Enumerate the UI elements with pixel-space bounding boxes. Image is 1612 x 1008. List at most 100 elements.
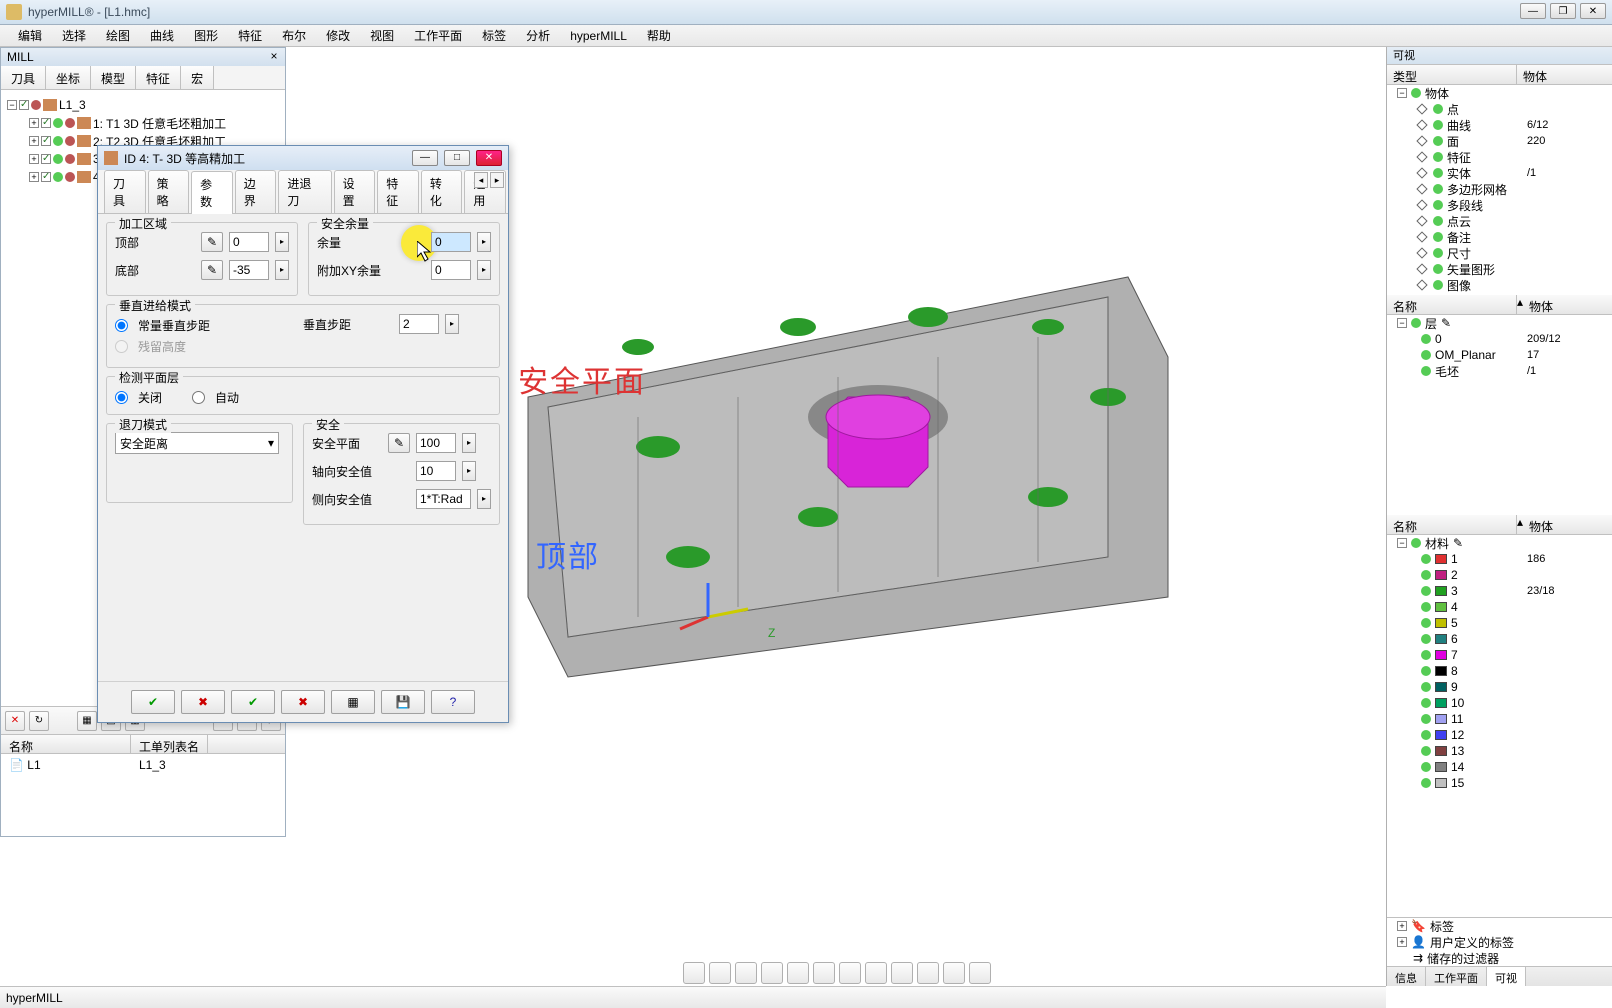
- type-row[interactable]: 点云: [1387, 213, 1612, 229]
- top-spin[interactable]: ▸: [275, 232, 289, 252]
- retract-select[interactable]: 安全距离▾: [115, 432, 279, 454]
- bottom-spin[interactable]: ▸: [275, 260, 289, 280]
- material-row[interactable]: 6: [1387, 631, 1612, 647]
- view-tool-2[interactable]: [709, 962, 731, 984]
- type-row[interactable]: 曲线6/12: [1387, 117, 1612, 133]
- type-row[interactable]: 尺寸: [1387, 245, 1612, 261]
- view-tool-10[interactable]: [917, 962, 939, 984]
- tab-宏[interactable]: 宏: [181, 66, 214, 89]
- view-tool-7[interactable]: [839, 962, 861, 984]
- view-tool-9[interactable]: [891, 962, 913, 984]
- dlg-tab-设置[interactable]: 设置: [334, 170, 376, 213]
- bottom-tab-可视[interactable]: 可视: [1487, 967, 1526, 986]
- bottom-tab-工作平面[interactable]: 工作平面: [1426, 967, 1487, 986]
- pick-top-icon[interactable]: ✎: [201, 232, 223, 252]
- restore-button[interactable]: ❐: [1550, 3, 1576, 19]
- safe-lat-input[interactable]: [416, 489, 471, 509]
- tree-root[interactable]: − L1_3: [3, 96, 283, 114]
- type-row[interactable]: 实体/1: [1387, 165, 1612, 181]
- tree-item[interactable]: +1: T1 3D 任意毛坯粗加工: [3, 114, 283, 132]
- tab-特征[interactable]: 特征: [136, 66, 181, 89]
- browser-close-icon[interactable]: ×: [266, 49, 282, 65]
- tags-label[interactable]: 标签: [1430, 918, 1454, 935]
- type-row[interactable]: 特征: [1387, 149, 1612, 165]
- menu-hyperMILL[interactable]: hyperMILL: [560, 26, 637, 46]
- allowance2-spin[interactable]: ▸: [477, 260, 491, 280]
- view-tool-1[interactable]: [683, 962, 705, 984]
- pick-safe-icon[interactable]: ✎: [388, 433, 410, 453]
- safe-lat-spin[interactable]: ▸: [477, 489, 491, 509]
- menu-视图[interactable]: 视图: [360, 24, 404, 47]
- menu-图形[interactable]: 图形: [184, 24, 228, 47]
- material-row[interactable]: 7: [1387, 647, 1612, 663]
- menu-曲线[interactable]: 曲线: [140, 24, 184, 47]
- view-tool-4[interactable]: [761, 962, 783, 984]
- type-row[interactable]: 矢量图形: [1387, 261, 1612, 277]
- dialog-min-button[interactable]: —: [412, 150, 438, 166]
- top-input[interactable]: [229, 232, 269, 252]
- job-list-row[interactable]: 📄 L1 L1_3: [1, 754, 285, 776]
- safe-axial-input[interactable]: [416, 461, 456, 481]
- tab-坐标[interactable]: 坐标: [46, 66, 91, 89]
- material-row[interactable]: 2: [1387, 567, 1612, 583]
- dlg-tab-边界[interactable]: 边界: [235, 170, 277, 213]
- calc-button[interactable]: ▦: [331, 690, 375, 714]
- type-tree[interactable]: −物体点曲线6/12面220特征实体/1多边形网格多段线点云备注尺寸矢量图形图像…: [1387, 85, 1612, 295]
- material-row[interactable]: 9: [1387, 679, 1612, 695]
- cancel-button[interactable]: ✖: [181, 690, 225, 714]
- menu-特征[interactable]: 特征: [228, 24, 272, 47]
- reject-button[interactable]: ✖: [281, 690, 325, 714]
- layer-row[interactable]: 0209/12: [1387, 331, 1612, 347]
- view-tool-8[interactable]: [865, 962, 887, 984]
- tab-scroll-right[interactable]: ▸: [490, 172, 504, 188]
- material-row[interactable]: 5: [1387, 615, 1612, 631]
- menu-编辑[interactable]: 编辑: [8, 24, 52, 47]
- type-row[interactable]: 组: [1387, 293, 1612, 295]
- layer-tree[interactable]: −层 ✎ 0209/12OM_Planar17毛坯/1: [1387, 315, 1612, 515]
- view-tool-12[interactable]: [969, 962, 991, 984]
- save-button[interactable]: 💾: [381, 690, 425, 714]
- dialog-close-button[interactable]: ✕: [476, 150, 502, 166]
- menu-分析[interactable]: 分析: [516, 24, 560, 47]
- pick-bottom-icon[interactable]: ✎: [201, 260, 223, 280]
- material-row[interactable]: 11: [1387, 711, 1612, 727]
- view-tool-5[interactable]: [787, 962, 809, 984]
- material-row[interactable]: 12: [1387, 727, 1612, 743]
- saved-filter-label[interactable]: 储存的过滤器: [1427, 950, 1499, 967]
- detect-off-radio[interactable]: [115, 391, 128, 404]
- allowance1-input[interactable]: [431, 232, 471, 252]
- detect-auto-radio[interactable]: [192, 391, 205, 404]
- help-button[interactable]: ?: [431, 690, 475, 714]
- dlg-tab-特征[interactable]: 特征: [377, 170, 419, 213]
- dlg-tab-策略[interactable]: 策略: [148, 170, 190, 213]
- material-tree[interactable]: −材料 ✎ 11862323/18456789101112131415: [1387, 535, 1612, 917]
- type-row[interactable]: 点: [1387, 101, 1612, 117]
- menu-修改[interactable]: 修改: [316, 24, 360, 47]
- type-row[interactable]: 多段线: [1387, 197, 1612, 213]
- refresh-icon[interactable]: ↻: [29, 711, 49, 731]
- material-row[interactable]: 13: [1387, 743, 1612, 759]
- type-row[interactable]: 多边形网格: [1387, 181, 1612, 197]
- tab-scroll-left[interactable]: ◂: [474, 172, 488, 188]
- dlg-tab-刀具[interactable]: 刀具: [104, 170, 146, 213]
- ok-button[interactable]: ✔: [131, 690, 175, 714]
- material-row[interactable]: 10: [1387, 695, 1612, 711]
- menu-帮助[interactable]: 帮助: [637, 24, 681, 47]
- close-button[interactable]: ✕: [1580, 3, 1606, 19]
- delete-icon[interactable]: ✕: [5, 711, 25, 731]
- bottom-tab-信息[interactable]: 信息: [1387, 967, 1426, 986]
- safe-plane-input[interactable]: [416, 433, 456, 453]
- menu-标签[interactable]: 标签: [472, 24, 516, 47]
- material-row[interactable]: 8: [1387, 663, 1612, 679]
- menu-选择[interactable]: 选择: [52, 24, 96, 47]
- dlg-tab-转化[interactable]: 转化: [421, 170, 463, 213]
- type-row[interactable]: 图像: [1387, 277, 1612, 293]
- layer-row[interactable]: 毛坯/1: [1387, 363, 1612, 379]
- dlg-tab-参数[interactable]: 参数: [191, 171, 233, 214]
- material-row[interactable]: 4: [1387, 599, 1612, 615]
- dialog-max-button[interactable]: □: [444, 150, 470, 166]
- material-row[interactable]: 1186: [1387, 551, 1612, 567]
- view-tool-11[interactable]: [943, 962, 965, 984]
- material-row[interactable]: 15: [1387, 775, 1612, 791]
- bottom-input[interactable]: [229, 260, 269, 280]
